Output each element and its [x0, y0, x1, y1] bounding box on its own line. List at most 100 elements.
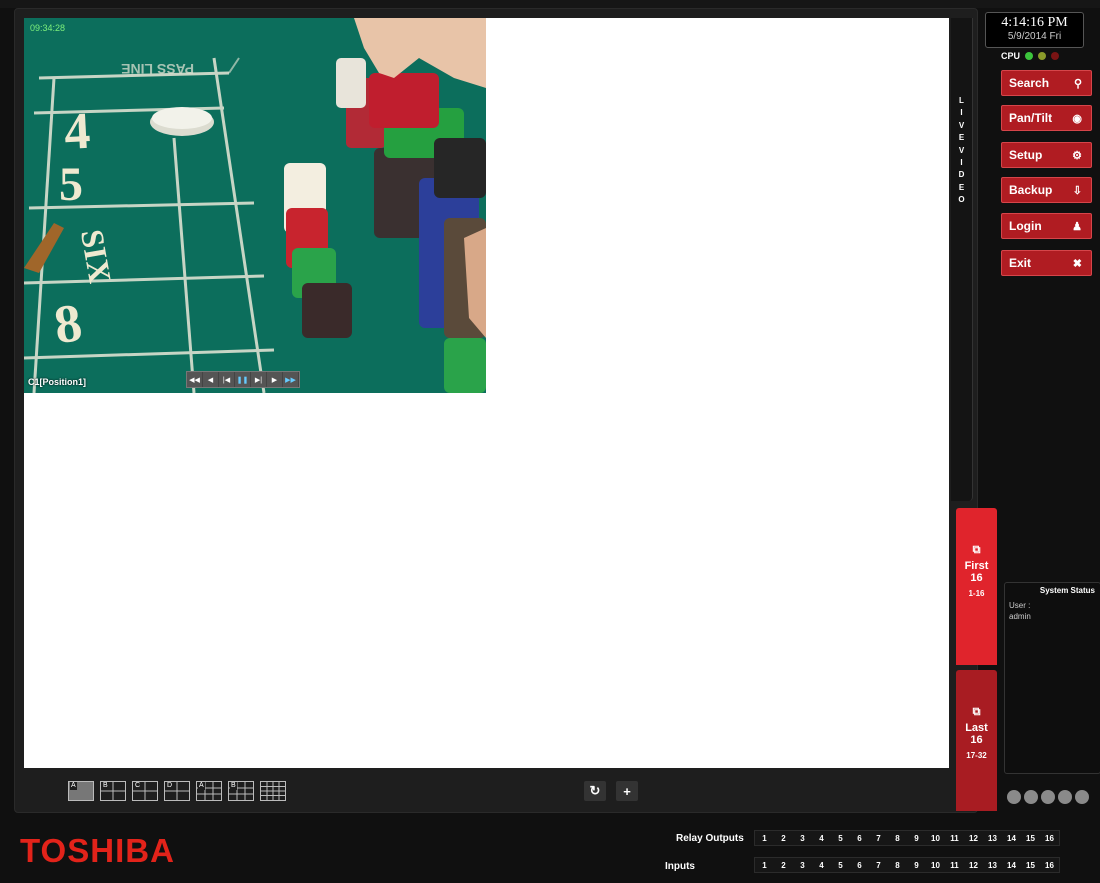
relay-output-15[interactable]: 15 [1021, 831, 1040, 845]
fast-forward-icon[interactable]: ▶▶ [283, 372, 299, 387]
fast-rewind-icon[interactable]: ◀◀ [187, 372, 203, 387]
layout-a-single-button[interactable]: A [68, 781, 94, 801]
live-video-letter: I [960, 108, 963, 118]
live-video-letter: V [958, 120, 965, 130]
input-16[interactable]: 16 [1040, 858, 1059, 872]
input-13[interactable]: 13 [983, 858, 1002, 872]
layout-selector: A B C D A B [68, 781, 286, 801]
layout-group-label: B [230, 782, 237, 790]
input-3[interactable]: 3 [793, 858, 812, 872]
relay-output-12[interactable]: 12 [964, 831, 983, 845]
input-14[interactable]: 14 [1002, 858, 1021, 872]
page-stack-icon: ⧉ [972, 706, 981, 718]
relay-output-2[interactable]: 2 [774, 831, 793, 845]
pause-icon[interactable]: ❚❚ [235, 372, 251, 387]
status-dot-icon [1058, 790, 1072, 804]
system-status-title: System Status [1039, 586, 1095, 595]
first-16-title: First [964, 560, 989, 572]
input-9[interactable]: 9 [907, 858, 926, 872]
input-4[interactable]: 4 [812, 858, 831, 872]
live-video-letter: E [958, 182, 965, 192]
last-16-title: Last [965, 722, 988, 734]
clock-panel: 4:14:16 PM 5/9/2014 Fri [985, 12, 1084, 48]
layout-d-quad-button[interactable]: D [164, 781, 190, 801]
layout-group-label: C [134, 782, 142, 790]
toshiba-logo: TOSHIBA [20, 832, 175, 869]
status-dot-icon [1024, 790, 1038, 804]
svg-text:4: 4 [63, 103, 92, 161]
system-status-panel: System Status User : admin [1004, 582, 1100, 774]
layout-group-label: B [102, 782, 109, 790]
relay-output-13[interactable]: 13 [983, 831, 1002, 845]
relay-outputs-row: 1 2 3 4 5 6 7 8 9 10 11 12 13 14 15 16 [754, 830, 1060, 846]
exit-button-label: Exit [1009, 256, 1032, 270]
relay-output-11[interactable]: 11 [945, 831, 964, 845]
input-8[interactable]: 8 [888, 858, 907, 872]
close-icon: ✖ [1072, 257, 1082, 270]
live-video-tab[interactable]: LIVEVIDEO [951, 18, 973, 501]
relay-output-3[interactable]: 3 [793, 831, 812, 845]
search-button[interactable]: Search ⚲ [1001, 70, 1092, 96]
relay-output-6[interactable]: 6 [850, 831, 869, 845]
relay-output-5[interactable]: 5 [831, 831, 850, 845]
camera-tile-c1[interactable]: 4 5 SIX 8 PASS LINE 09:34:28 C1[Position… [24, 18, 486, 393]
layout-b-nine-button[interactable]: B [228, 781, 254, 801]
input-11[interactable]: 11 [945, 858, 964, 872]
layout-sixteen-icon [261, 782, 285, 800]
relay-output-1[interactable]: 1 [755, 831, 774, 845]
first-16-button[interactable]: ⧉ First 16 1-16 [956, 508, 997, 665]
camera-label: C1[Position1] [28, 377, 87, 387]
live-video-letter: L [959, 96, 964, 105]
play-reverse-icon[interactable]: ◀ [203, 372, 219, 387]
input-1[interactable]: 1 [755, 858, 774, 872]
camera-timestamp: 09:34:28 [30, 23, 66, 33]
login-button[interactable]: Login ♟ [1001, 213, 1092, 239]
add-button[interactable]: + [616, 781, 638, 801]
relay-output-7[interactable]: 7 [869, 831, 888, 845]
cpu-label: CPU [1001, 51, 1021, 61]
first-16-count: 16 [970, 572, 983, 584]
status-dot-icon [1075, 790, 1089, 804]
relay-output-14[interactable]: 14 [1002, 831, 1021, 845]
exit-button[interactable]: Exit ✖ [1001, 250, 1092, 276]
refresh-icon: ↻ [589, 783, 601, 798]
search-button-label: Search [1009, 76, 1050, 90]
relay-output-16[interactable]: 16 [1040, 831, 1059, 845]
input-12[interactable]: 12 [964, 858, 983, 872]
page-stack-icon: ⧉ [972, 544, 981, 556]
relay-output-8[interactable]: 8 [888, 831, 907, 845]
backup-button[interactable]: Backup ⇩ [1001, 177, 1092, 203]
input-15[interactable]: 15 [1021, 858, 1040, 872]
input-2[interactable]: 2 [774, 858, 793, 872]
relay-output-4[interactable]: 4 [812, 831, 831, 845]
step-back-icon[interactable]: |◀ [219, 372, 235, 387]
layout-c-quad-button[interactable]: C [132, 781, 158, 801]
layout-a-nine-button[interactable]: A [196, 781, 222, 801]
first-16-range: 1-16 [968, 589, 985, 598]
play-icon[interactable]: ▶ [267, 372, 283, 387]
status-dots [1007, 790, 1089, 804]
pan-tilt-button[interactable]: Pan/Tilt ◉ [1001, 105, 1092, 131]
last-16-button[interactable]: ⧉ Last 16 17-32 [956, 670, 997, 811]
layout-sixteen-button[interactable] [260, 781, 286, 801]
layout-b-quad-button[interactable]: B [100, 781, 126, 801]
relay-output-10[interactable]: 10 [926, 831, 945, 845]
refresh-button[interactable]: ↻ [584, 781, 606, 801]
download-icon: ⇩ [1072, 184, 1082, 197]
top-strip [0, 0, 1100, 8]
backup-button-label: Backup [1009, 183, 1053, 197]
input-7[interactable]: 7 [869, 858, 888, 872]
live-video-label: LIVEVIDEO [951, 95, 972, 207]
live-video-letter: I [960, 158, 963, 168]
gear-icon: ⚙ [1072, 149, 1082, 162]
input-6[interactable]: 6 [850, 858, 869, 872]
relay-output-9[interactable]: 9 [907, 831, 926, 845]
status-dot-icon [1007, 790, 1021, 804]
inputs-label: Inputs [665, 861, 695, 872]
setup-button[interactable]: Setup ⚙ [1001, 142, 1092, 168]
last-16-range: 17-32 [966, 751, 987, 760]
input-10[interactable]: 10 [926, 858, 945, 872]
step-forward-icon[interactable]: ▶| [251, 372, 267, 387]
plus-icon: + [623, 783, 631, 799]
input-5[interactable]: 5 [831, 858, 850, 872]
